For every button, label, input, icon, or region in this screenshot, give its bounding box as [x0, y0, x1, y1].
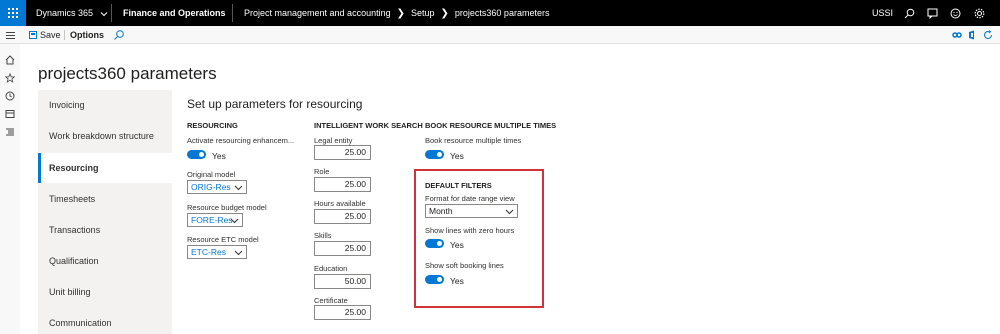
group-header-resourcing: RESOURCING — [187, 121, 238, 130]
resource-etc-model-label: Resource ETC model — [187, 235, 259, 244]
chevron-down-icon — [230, 218, 239, 224]
group-header-default-filters: DEFAULT FILTERS — [425, 181, 492, 190]
toggle-value: Yes — [450, 240, 464, 250]
date-range-format-select[interactable]: Month — [425, 204, 518, 218]
workspace-icon[interactable] — [4, 108, 16, 120]
tab-communication[interactable]: Communication — [38, 308, 172, 334]
search-icon[interactable] — [900, 0, 918, 26]
clock-icon[interactable] — [4, 90, 16, 102]
soft-booking-toggle[interactable]: Yes — [425, 273, 464, 286]
tab-transactions[interactable]: Transactions — [38, 215, 172, 245]
education-label: Education — [314, 264, 348, 273]
top-navigation-bar: Dynamics 365 Finance and Operations Proj… — [0, 0, 1000, 26]
toggle-value: Yes — [450, 151, 464, 161]
toggle-switch[interactable] — [425, 150, 444, 159]
hamburger-menu-icon[interactable] — [0, 26, 20, 44]
action-pane: Save Options — [0, 26, 1000, 44]
resource-budget-model-label: Resource budget model — [187, 203, 267, 212]
chevron-down-icon — [100, 11, 107, 16]
breadcrumb-item[interactable]: Setup — [411, 8, 435, 18]
original-model-label: Original model — [187, 170, 236, 179]
chevron-right-icon: ❯ — [440, 8, 449, 19]
chevron-down-icon — [234, 250, 243, 256]
breadcrumb: Project management and accounting ❯ Setup ❯… — [244, 0, 549, 26]
tab-timesheets[interactable]: Timesheets — [38, 184, 172, 214]
toggle-value: Yes — [212, 151, 226, 161]
search-icon[interactable] — [113, 27, 127, 43]
zero-hours-toggle[interactable]: Yes — [425, 237, 464, 250]
link-icon[interactable] — [950, 31, 964, 39]
skills-label: Skills — [314, 231, 332, 240]
chevron-down-icon — [234, 185, 243, 191]
tab-qualification[interactable]: Qualification — [38, 246, 172, 276]
legal-entity-label: Legal entity — [314, 136, 353, 145]
group-header-book-resource-multiple-times: BOOK RESOURCE MULTIPLE TIMES — [425, 121, 557, 130]
resource-budget-model-value: FORE-Res — [191, 215, 233, 225]
company-picker[interactable]: USSI — [872, 0, 893, 26]
original-model-value: ORIG-Res — [191, 182, 231, 192]
office-icon[interactable] — [964, 30, 980, 40]
app-launcher-button[interactable] — [0, 0, 26, 26]
tab-work-breakdown-structure[interactable]: Work breakdown structure — [38, 121, 172, 151]
list-icon[interactable] — [4, 126, 16, 138]
app-switcher[interactable]: Dynamics 365 — [36, 0, 108, 26]
save-icon — [29, 31, 37, 39]
legal-entity-input[interactable]: 25.00 — [314, 145, 371, 160]
section-title: Set up parameters for resourcing — [187, 97, 363, 111]
hours-available-input[interactable]: 25.00 — [314, 209, 371, 224]
book-resource-multiple-times-label: Book resource multiple times — [425, 136, 522, 145]
app-name: Dynamics 365 — [36, 8, 94, 18]
date-range-format-label: Format for date range view — [425, 194, 515, 203]
role-label: Role — [314, 167, 330, 176]
page-title: projects360 parameters — [38, 64, 217, 83]
save-button[interactable]: Save — [29, 26, 61, 44]
toggle-switch[interactable] — [425, 275, 444, 284]
date-range-format-value: Month — [429, 206, 453, 216]
resource-etc-model-value: ETC-Res — [191, 247, 226, 257]
tab-invoicing[interactable]: Invoicing — [38, 90, 172, 120]
star-icon[interactable] — [4, 72, 16, 84]
refresh-icon[interactable] — [980, 30, 996, 40]
book-resource-multiple-times-toggle[interactable]: Yes — [425, 148, 464, 161]
module-name[interactable]: Finance and Operations — [123, 0, 226, 26]
toggle-switch[interactable] — [425, 239, 444, 248]
activate-resourcing-label: Activate resourcing enhancem... — [187, 136, 295, 145]
home-icon[interactable] — [4, 54, 16, 66]
activate-resourcing-toggle[interactable]: Yes — [187, 148, 226, 161]
soft-booking-label: Show soft booking lines — [425, 261, 504, 270]
save-label: Save — [40, 30, 61, 40]
tab-resourcing[interactable]: Resourcing — [38, 153, 172, 183]
chat-icon[interactable] — [923, 0, 941, 26]
chevron-right-icon: ❯ — [396, 8, 405, 19]
hours-available-label: Hours available — [314, 199, 366, 208]
certificate-label: Certificate — [314, 296, 348, 305]
skills-input[interactable]: 25.00 — [314, 241, 371, 256]
resource-budget-model-select[interactable]: FORE-Res — [187, 213, 243, 227]
smiley-icon[interactable] — [946, 0, 964, 26]
tab-unit-billing[interactable]: Unit billing — [38, 277, 172, 307]
toggle-switch[interactable] — [187, 150, 206, 159]
waffle-icon — [8, 8, 18, 18]
breadcrumb-item[interactable]: projects360 parameters — [455, 8, 550, 18]
certificate-input[interactable]: 25.00 — [314, 305, 371, 320]
group-header-intelligent-work-search: INTELLIGENT WORK SEARCH — [314, 121, 423, 130]
role-input[interactable]: 25.00 — [314, 177, 371, 192]
resource-etc-model-select[interactable]: ETC-Res — [187, 245, 247, 259]
breadcrumb-item[interactable]: Project management and accounting — [244, 8, 391, 18]
gear-icon[interactable] — [970, 0, 988, 26]
options-button[interactable]: Options — [70, 26, 104, 44]
navigation-rail — [0, 44, 20, 334]
original-model-select[interactable]: ORIG-Res — [187, 180, 247, 194]
chevron-down-icon — [505, 209, 514, 215]
zero-hours-label: Show lines with zero hours — [425, 226, 515, 235]
toggle-value: Yes — [450, 276, 464, 286]
education-input[interactable]: 50.00 — [314, 274, 371, 289]
